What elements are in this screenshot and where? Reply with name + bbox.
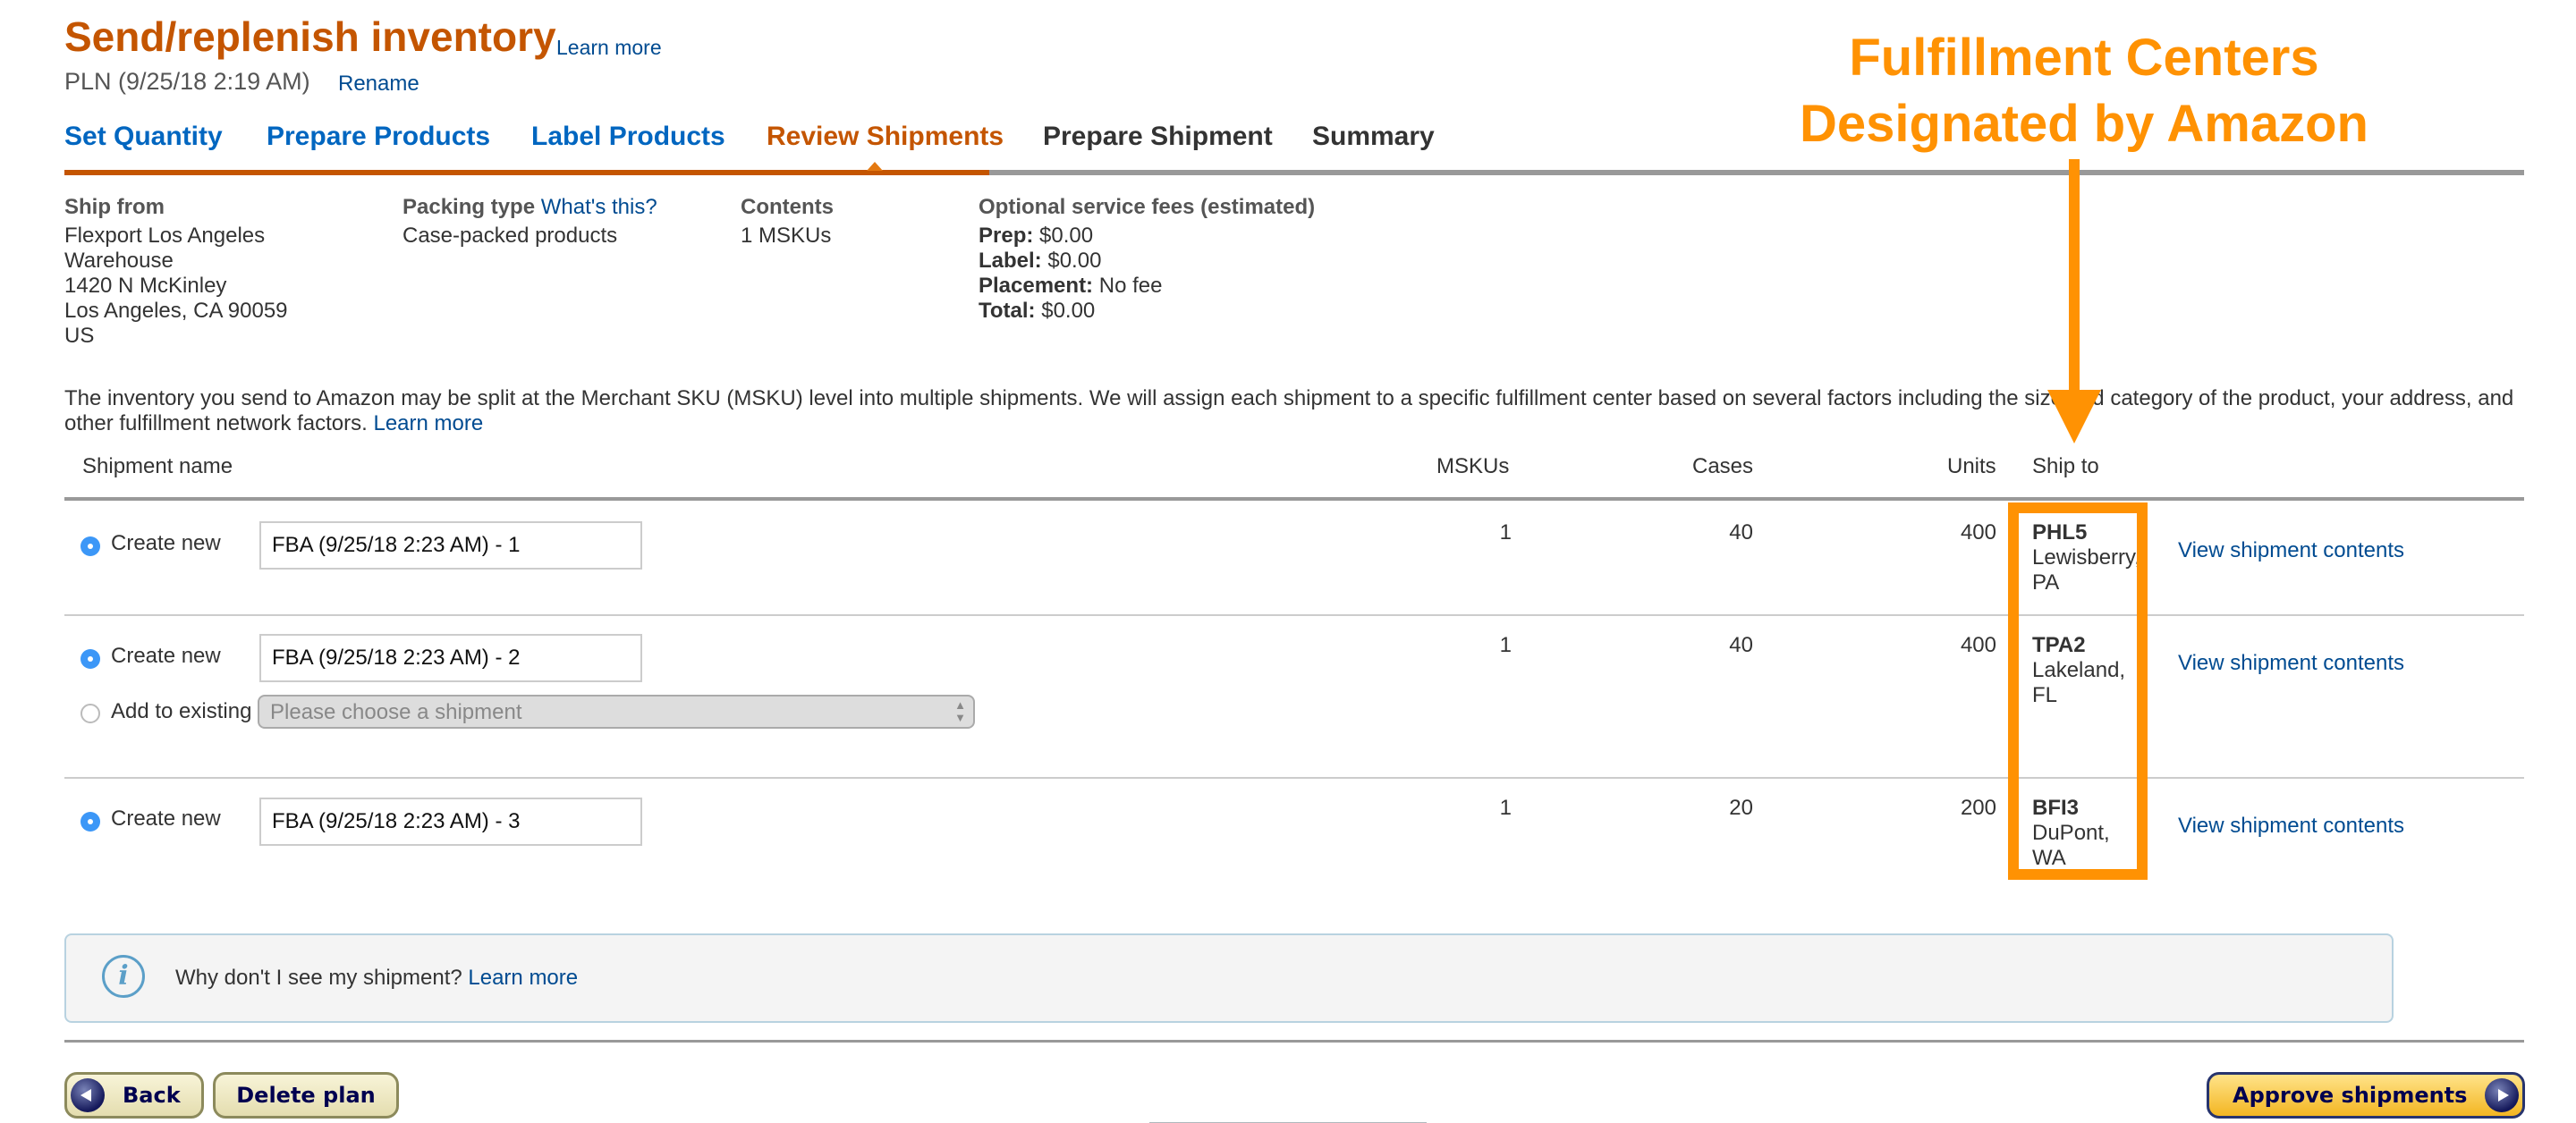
learn-more-link[interactable]: Learn more xyxy=(556,36,662,60)
row-divider xyxy=(64,614,2524,616)
units-value: 400 xyxy=(1960,633,1996,657)
view-shipment-contents-link[interactable]: View shipment contents xyxy=(2178,651,2404,676)
annotation-label: Fulfillment Centers Designated by Amazon xyxy=(1726,25,2442,157)
fee-total: Total: $0.00 xyxy=(979,299,1315,324)
create-new-label: Create new xyxy=(111,531,221,555)
add-to-existing-label: Add to existing xyxy=(111,699,252,723)
select-placeholder: Please choose a shipment xyxy=(270,700,522,724)
split-description: The inventory you send to Amazon may be … xyxy=(64,386,2515,436)
units-value: 400 xyxy=(1960,520,1996,545)
whats-this-link[interactable]: What's this? xyxy=(541,195,657,219)
shipment-name-input[interactable] xyxy=(259,634,642,682)
ship-from-line: Los Angeles, CA 90059 xyxy=(64,299,288,323)
row-divider xyxy=(64,777,2524,779)
annotation-arrow-stem xyxy=(2069,159,2080,392)
contents-heading: Contents xyxy=(741,195,834,219)
create-new-label: Create new xyxy=(111,644,221,668)
tab-prepare-shipment: Prepare Shipment xyxy=(1043,122,1273,151)
plan-name: PLN (9/25/18 2:19 AM) xyxy=(64,68,310,95)
packing-type-section: Packing type What's this? Case-packed pr… xyxy=(402,195,657,249)
annotation-highlight-box xyxy=(2008,502,2148,880)
delete-plan-button[interactable]: Delete plan xyxy=(213,1072,399,1119)
back-button[interactable]: Back xyxy=(64,1072,204,1119)
ship-from-section: Ship from Flexport Los Angeles Warehouse… xyxy=(64,195,288,349)
annotation-line-2: Designated by Amazon xyxy=(1800,95,2368,153)
fee-placement: Placement: No fee xyxy=(979,274,1315,299)
shipment-name-input[interactable] xyxy=(259,798,642,846)
fee-value: $0.00 xyxy=(1047,249,1102,273)
table-header-divider xyxy=(64,497,2524,501)
contents-section: Contents 1 MSKUs xyxy=(741,195,834,249)
page-title: Send/replenish inventory xyxy=(64,13,556,60)
view-shipment-contents-link[interactable]: View shipment contents xyxy=(2178,814,2404,839)
tab-set-quantity[interactable]: Set Quantity xyxy=(64,122,223,152)
col-header-mskus: MSKUs xyxy=(1436,454,1510,478)
contents-value: 1 MSKUs xyxy=(741,224,832,248)
forward-arrow-icon xyxy=(2485,1078,2519,1112)
ship-from-line: Warehouse xyxy=(64,249,174,273)
info-icon: i xyxy=(102,955,145,998)
fee-label: Placement: xyxy=(979,274,1094,298)
col-header-units: Units xyxy=(1947,454,1996,478)
info-message-text: Why don't I see my shipment? xyxy=(175,966,462,990)
progress-bar-remaining xyxy=(989,170,2524,175)
existing-shipment-select[interactable]: Please choose a shipment ▲ ▼ xyxy=(258,695,975,729)
ship-from-heading: Ship from xyxy=(64,195,165,219)
cases-value: 40 xyxy=(1729,520,1753,545)
create-new-label: Create new xyxy=(111,806,221,831)
fee-value: $0.00 xyxy=(1039,224,1094,248)
fee-label: Prep: xyxy=(979,224,1034,248)
add-to-existing-radio[interactable] xyxy=(80,704,100,723)
select-arrows-icon: ▲ ▼ xyxy=(954,698,966,724)
footer-divider xyxy=(64,1040,2524,1043)
col-header-ship-to: Ship to xyxy=(2032,454,2099,478)
fee-label: Label: xyxy=(979,249,1042,273)
fee-prep: Prep: $0.00 xyxy=(979,224,1315,249)
cases-value: 40 xyxy=(1729,633,1753,657)
info-learn-more-link[interactable]: Learn more xyxy=(468,966,578,990)
annotation-line-1: Fulfillment Centers xyxy=(1849,29,2319,87)
units-value: 200 xyxy=(1960,796,1996,820)
col-header-cases: Cases xyxy=(1692,454,1754,478)
fee-value: $0.00 xyxy=(1041,299,1096,323)
tab-summary: Summary xyxy=(1312,122,1435,151)
view-shipment-contents-link[interactable]: View shipment contents xyxy=(2178,538,2404,563)
fee-label-row: Label: $0.00 xyxy=(979,249,1315,274)
fees-heading: Optional service fees (estimated) xyxy=(979,195,1316,219)
tab-prepare-products[interactable]: Prepare Products xyxy=(267,122,490,152)
mskus-value: 1 xyxy=(1499,520,1512,545)
create-new-radio[interactable] xyxy=(80,812,100,832)
cases-value: 20 xyxy=(1729,796,1753,820)
col-header-shipment-name: Shipment name xyxy=(82,454,233,478)
ship-from-line: US xyxy=(64,324,95,348)
fee-value: No fee xyxy=(1098,274,1163,298)
rename-link[interactable]: Rename xyxy=(338,72,419,97)
approve-shipments-label: Approve shipments xyxy=(2233,1083,2468,1108)
delete-plan-label: Delete plan xyxy=(236,1083,376,1108)
fee-label: Total: xyxy=(979,299,1036,323)
fees-section: Optional service fees (estimated) Prep: … xyxy=(979,195,1315,324)
description-learn-more-link[interactable]: Learn more xyxy=(373,411,483,435)
tab-label-products[interactable]: Label Products xyxy=(531,122,725,152)
create-new-radio[interactable] xyxy=(80,649,100,669)
packing-type-heading: Packing type xyxy=(402,195,536,219)
approve-shipments-button[interactable]: Approve shipments xyxy=(2207,1072,2525,1119)
annotation-arrow-head-icon xyxy=(2047,390,2101,443)
ship-from-line: 1420 N McKinley xyxy=(64,274,227,298)
back-arrow-icon xyxy=(71,1078,105,1112)
tab-review-shipments: Review Shipments xyxy=(767,122,1004,151)
current-step-caret xyxy=(867,162,883,171)
packing-type-value: Case-packed products xyxy=(402,224,618,248)
progress-bar-complete xyxy=(64,170,989,175)
mskus-value: 1 xyxy=(1499,633,1512,657)
back-button-label: Back xyxy=(123,1083,181,1108)
shipment-name-input[interactable] xyxy=(259,521,642,570)
ship-from-line: Flexport Los Angeles xyxy=(64,224,266,248)
create-new-radio[interactable] xyxy=(80,536,100,556)
mskus-value: 1 xyxy=(1499,796,1512,820)
info-message-box: i Why don't I see my shipment? Learn mor… xyxy=(64,933,2394,1023)
